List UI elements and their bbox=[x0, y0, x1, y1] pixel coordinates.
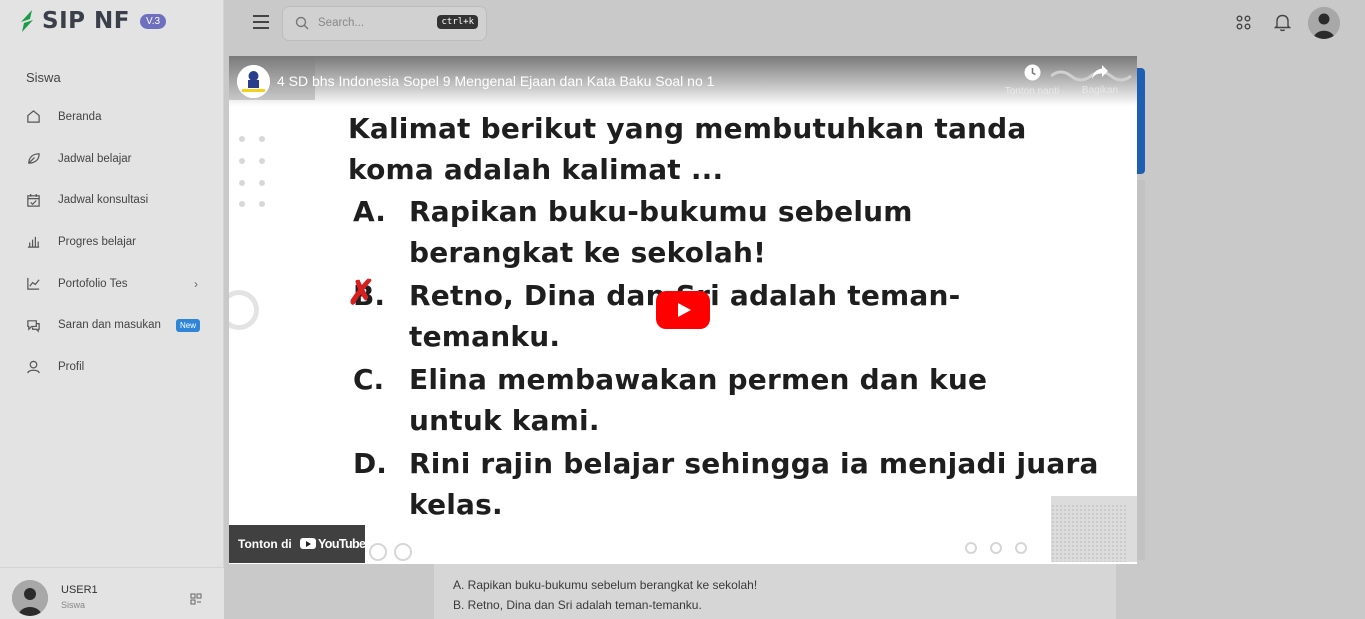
youtube-logo-icon bbox=[300, 538, 316, 549]
user-name: USER1 bbox=[61, 584, 98, 596]
ring-decoration bbox=[229, 290, 259, 330]
sidebar-item-beranda[interactable]: Beranda bbox=[0, 96, 224, 138]
share-icon bbox=[1092, 65, 1108, 79]
watch-later-button[interactable]: Tonton nanti bbox=[1002, 64, 1062, 97]
sidebar-item-label: Progres belajar bbox=[58, 235, 136, 248]
option-b-line-2: temanku. bbox=[409, 320, 561, 353]
video-title[interactable]: 4 SD bhs Indonesia Sopel 9 Mengenal Ejaa… bbox=[277, 73, 714, 89]
option-c-line-2: untuk kami. bbox=[409, 404, 600, 437]
search-input[interactable]: Search... ctrl+k bbox=[282, 6, 487, 41]
sidebar-item-portofolio-tes[interactable]: Portofolio Tes › bbox=[0, 263, 224, 305]
option-a-line-2: berangkat ke sekolah! bbox=[409, 236, 767, 269]
watch-on-youtube-button[interactable]: Tonton di YouTube bbox=[229, 525, 366, 563]
switch-account-icon[interactable] bbox=[190, 593, 202, 608]
new-badge: New bbox=[175, 318, 200, 332]
question-line-1: Kalimat berikut yang membutuhkan tanda bbox=[348, 112, 1027, 145]
slide-nav-dot bbox=[965, 542, 977, 554]
sidebar-nav: Beranda Jadwal belajar Jadwal konsultasi… bbox=[0, 96, 224, 388]
channel-avatar[interactable] bbox=[237, 65, 270, 98]
sidebar-section-title: Siswa bbox=[26, 70, 61, 85]
card-panel bbox=[1136, 180, 1145, 560]
sidebar-item-saran-dan-masukan[interactable]: Saran dan masukan New bbox=[0, 304, 224, 346]
slide-nav-dot bbox=[1015, 542, 1027, 554]
option-c-line-1: Elina membawakan permen dan kue bbox=[409, 363, 988, 396]
sidebar-item-jadwal-konsultasi[interactable]: Jadwal konsultasi bbox=[0, 179, 224, 221]
avatar[interactable] bbox=[1308, 7, 1340, 39]
youtube-label: YouTube bbox=[318, 537, 366, 551]
answer-option-a: A. Rapikan buku-bukumu sebelum berangkat… bbox=[453, 578, 758, 592]
share-button[interactable]: Bagikan bbox=[1070, 64, 1130, 96]
search-shortcut: ctrl+k bbox=[437, 15, 478, 29]
logo-mark-icon bbox=[21, 10, 33, 32]
option-letter-a: A. bbox=[353, 195, 386, 228]
top-header: Search... ctrl+k bbox=[224, 0, 1365, 46]
answer-option-b: B. Retno, Dina dan Sri adalah teman-tema… bbox=[453, 598, 702, 612]
clock-icon bbox=[1024, 64, 1040, 81]
user-icon bbox=[26, 359, 41, 374]
slide-control-icon bbox=[394, 543, 412, 561]
watch-on-label: Tonton di bbox=[238, 537, 292, 551]
apps-grid-icon[interactable] bbox=[1236, 15, 1251, 35]
sidebar-item-label: Jadwal belajar bbox=[58, 152, 132, 165]
card-accent bbox=[1136, 68, 1145, 174]
youtube-video-embed[interactable]: 4 SD bhs Indonesia Sopel 9 Mengenal Ejaa… bbox=[229, 56, 1137, 564]
user-role: Siswa bbox=[61, 600, 86, 610]
chevron-right-icon: › bbox=[194, 276, 198, 291]
bell-icon[interactable] bbox=[1273, 13, 1292, 37]
sidebar-item-label: Jadwal konsultasi bbox=[58, 194, 149, 207]
sidebar-item-jadwal-belajar[interactable]: Jadwal belajar bbox=[0, 138, 224, 180]
option-d-line-1: Rini rajin belajar sehingga ia menjadi j… bbox=[409, 447, 1099, 480]
bar-chart-icon bbox=[26, 234, 41, 249]
user-panel[interactable]: USER1 Siswa bbox=[0, 567, 224, 619]
sidebar: SIP NF V.3 Siswa Beranda Jadwal belajar … bbox=[0, 0, 224, 619]
app-logo[interactable]: SIP NF V.3 bbox=[18, 8, 167, 34]
play-button[interactable] bbox=[656, 291, 710, 329]
search-icon bbox=[295, 16, 309, 35]
chat-icon bbox=[26, 318, 41, 333]
corner-dots-decoration bbox=[1051, 504, 1127, 562]
sidebar-item-profil[interactable]: Profil bbox=[0, 346, 224, 388]
sidebar-item-label: Saran dan masukan bbox=[58, 319, 161, 332]
calendar-check-icon bbox=[26, 193, 41, 208]
hamburger-menu-icon[interactable] bbox=[253, 15, 269, 29]
leaf-icon bbox=[26, 151, 41, 166]
option-letter-c: C. bbox=[353, 363, 385, 396]
question-line-2: koma adalah kalimat ... bbox=[348, 153, 724, 186]
cross-mark-icon: ✗ bbox=[347, 274, 376, 312]
share-label: Bagikan bbox=[1081, 85, 1119, 96]
home-icon bbox=[26, 109, 41, 124]
slide-nav-dot bbox=[990, 542, 1002, 554]
option-d-line-2: kelas. bbox=[409, 488, 503, 521]
option-a-line-1: Rapikan buku-bukumu sebelum bbox=[409, 195, 913, 228]
sidebar-item-label: Profil bbox=[58, 360, 85, 373]
trend-chart-icon bbox=[26, 276, 41, 291]
sidebar-item-label: Beranda bbox=[58, 110, 102, 123]
slide-control-icon bbox=[369, 543, 387, 561]
sidebar-item-label: Portofolio Tes bbox=[58, 277, 128, 290]
watch-later-label: Tonton nanti bbox=[1004, 86, 1060, 97]
sidebar-item-progres-belajar[interactable]: Progres belajar bbox=[0, 221, 224, 263]
search-placeholder: Search... bbox=[318, 17, 365, 29]
avatar bbox=[12, 580, 48, 616]
option-letter-d: D. bbox=[353, 447, 387, 480]
app-logo-text: SIP NF bbox=[42, 8, 130, 34]
version-badge: V.3 bbox=[139, 13, 167, 29]
